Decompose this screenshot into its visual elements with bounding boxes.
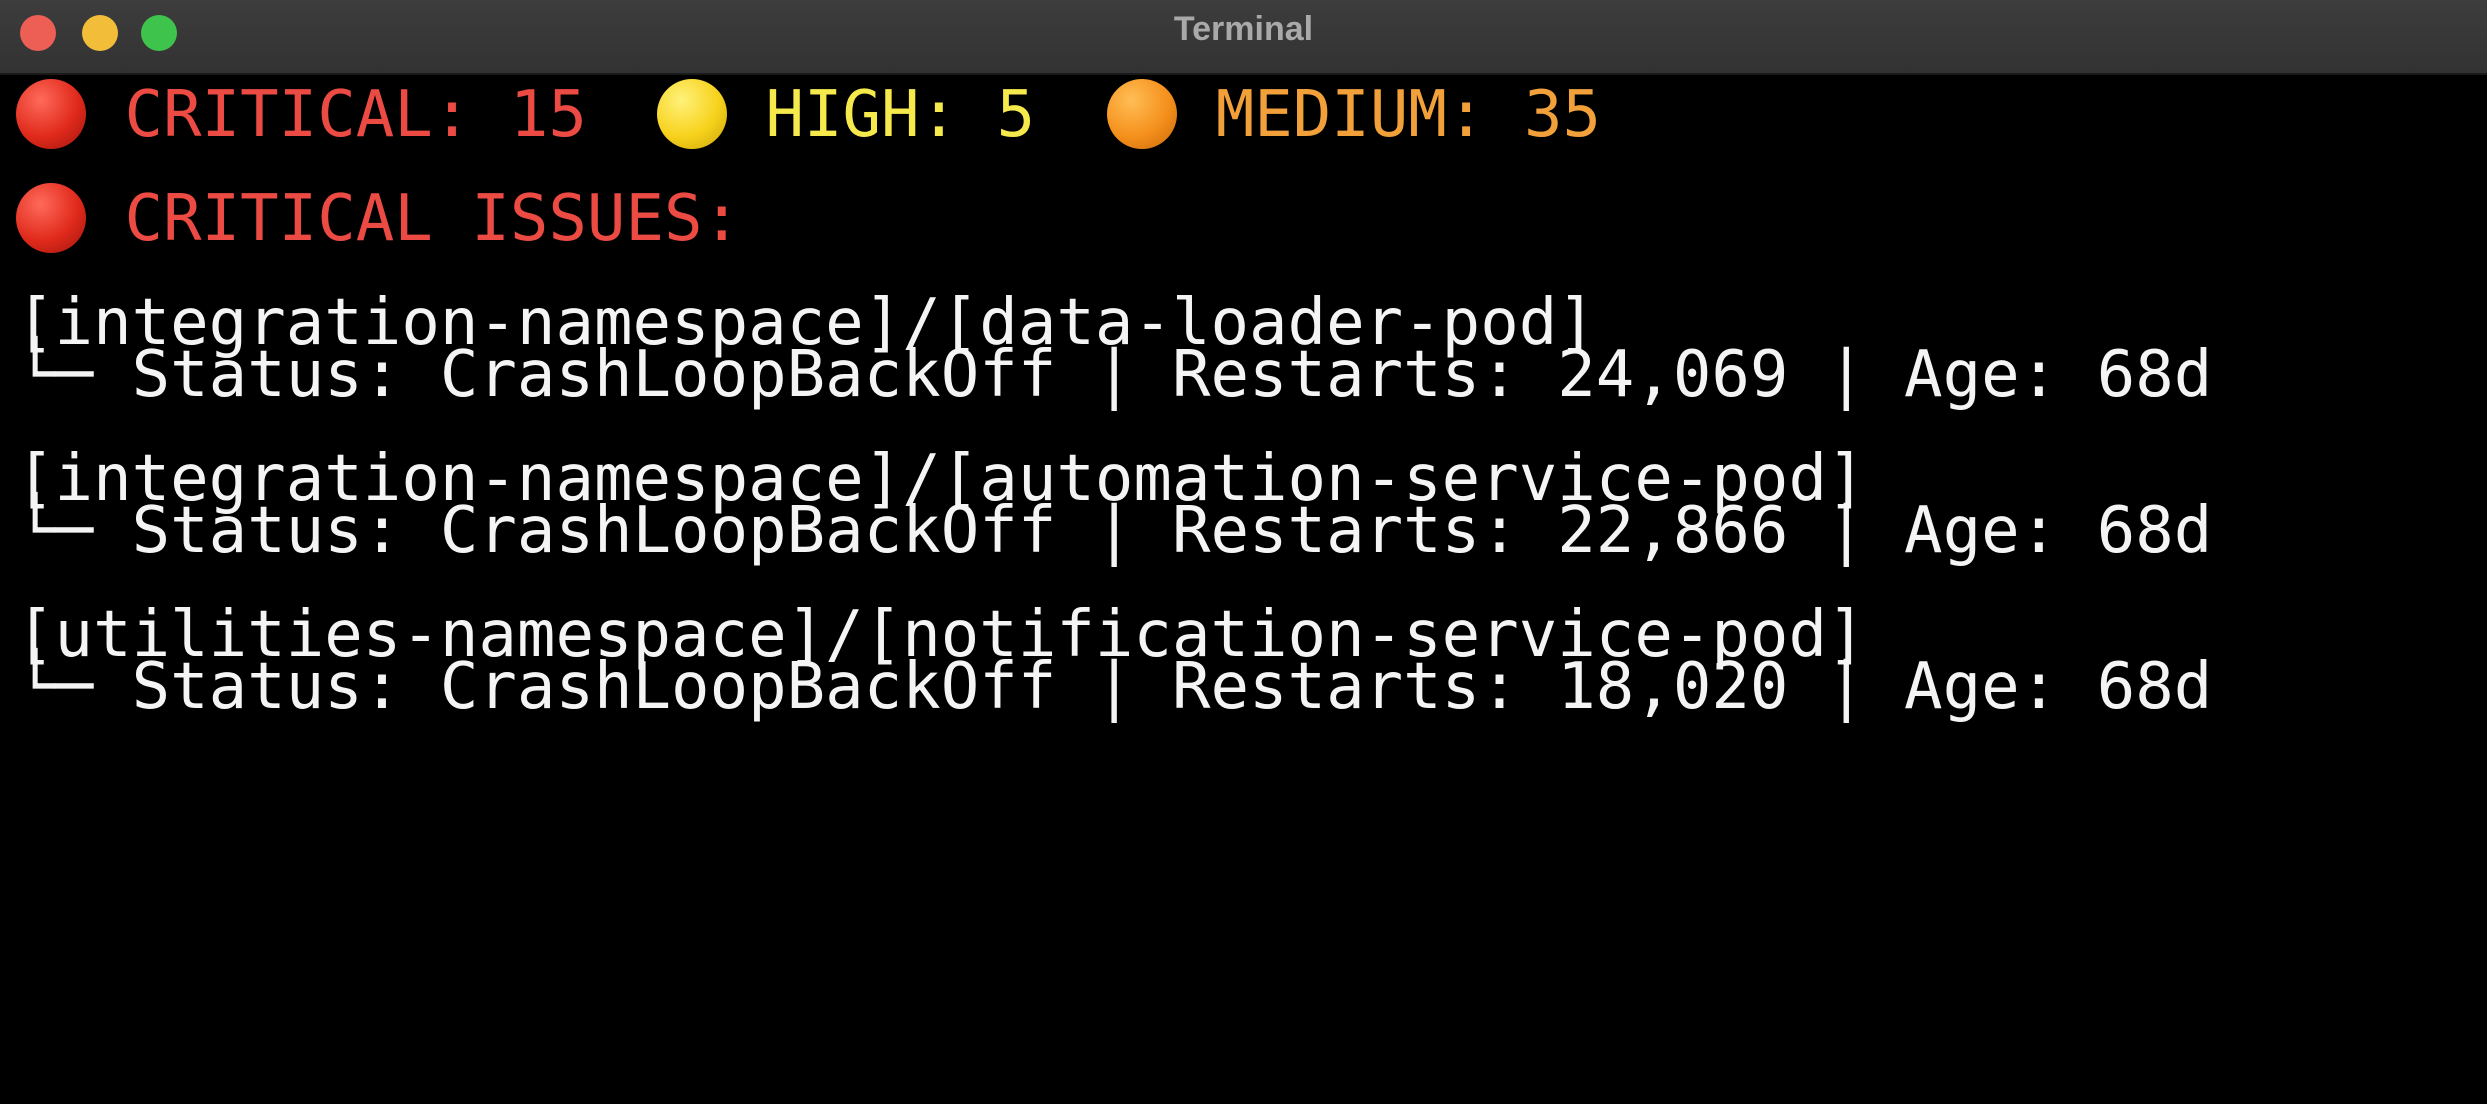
critical-count: 15: [509, 78, 587, 152]
medium-count: 35: [1523, 78, 1601, 152]
title-bar: Terminal: [0, 0, 2487, 75]
terminal-output[interactable]: CRITICAL: 15 HIGH: 5 MEDIUM: 35 CRITICAL…: [0, 75, 2487, 1104]
issue-detail: └─ Status: CrashLoopBackOff | Restarts: …: [16, 338, 2213, 412]
window-title: Terminal: [1173, 10, 1314, 48]
high-count: 5: [996, 78, 1036, 152]
medium-label: MEDIUM:: [1215, 78, 1486, 152]
high-label: HIGH:: [765, 78, 959, 152]
orange-circle-icon: [1107, 79, 1178, 149]
issue-detail: └─ Status: CrashLoopBackOff | Restarts: …: [16, 650, 2213, 724]
red-circle-icon: [16, 183, 86, 253]
critical-issues-heading: CRITICAL ISSUES:: [124, 182, 742, 256]
red-circle-icon: [16, 79, 86, 149]
yellow-circle-icon: [656, 79, 727, 149]
severity-summary: CRITICAL: 15 HIGH: 5 MEDIUM: 35: [16, 75, 1601, 155]
critical-issues-heading-row: CRITICAL ISSUES:: [16, 179, 741, 259]
issue-detail: └─ Status: CrashLoopBackOff | Restarts: …: [16, 494, 2213, 568]
terminal-window: Terminal CRITICAL: 15 HIGH: 5 MEDIUM: 35…: [0, 0, 2487, 1104]
critical-label: CRITICAL:: [124, 78, 472, 152]
